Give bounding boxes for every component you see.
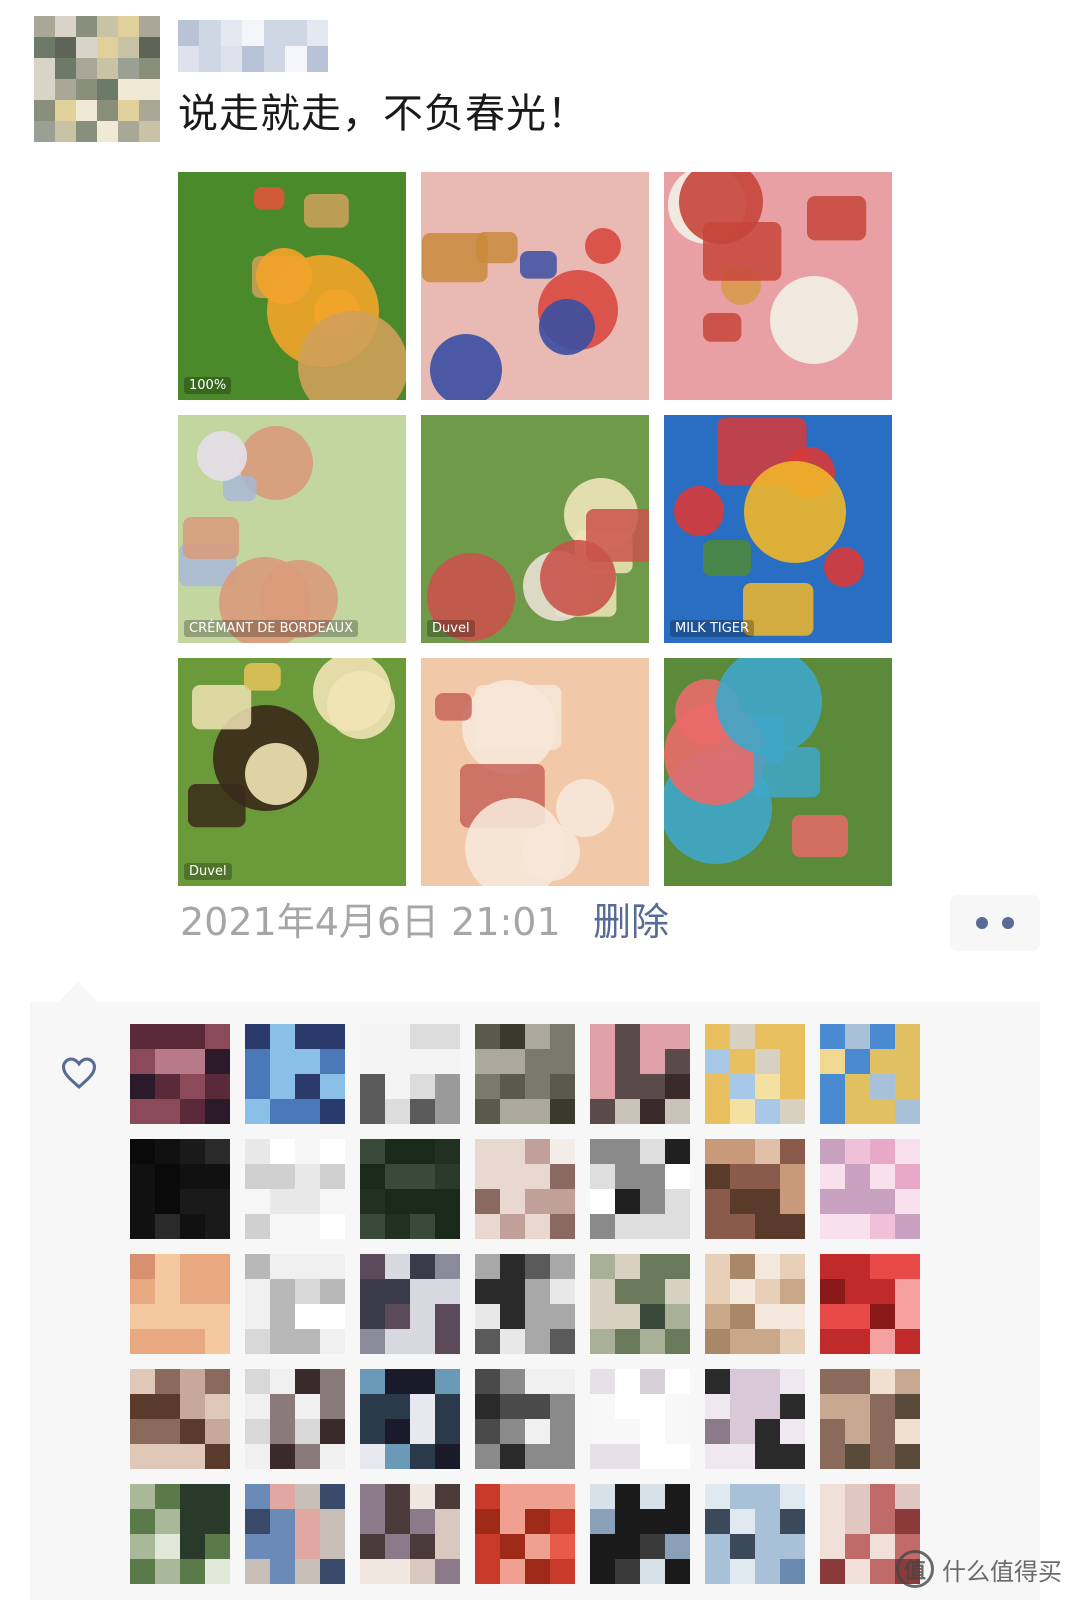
liker-avatar[interactable] — [360, 1484, 460, 1584]
post-photo[interactable] — [421, 172, 649, 400]
liker-avatar[interactable] — [590, 1139, 690, 1239]
liker-avatar[interactable] — [130, 1369, 230, 1469]
photo-image — [421, 415, 649, 643]
liker-avatar[interactable] — [475, 1254, 575, 1354]
photo-grid: 100% CRÉMANT DE BORDEAUX Duvel MILK TIGER Du… — [178, 172, 892, 886]
liker-avatar[interactable] — [130, 1139, 230, 1239]
post-photo[interactable] — [421, 658, 649, 886]
photo-image — [178, 658, 406, 886]
liker-avatar[interactable] — [590, 1369, 690, 1469]
delete-link[interactable]: 删除 — [593, 898, 669, 946]
post-photo[interactable]: 100% — [178, 172, 406, 400]
post-photo[interactable]: Duvel — [421, 415, 649, 643]
liker-avatar[interactable] — [475, 1484, 575, 1584]
liker-avatar[interactable] — [705, 1484, 805, 1584]
liker-avatar[interactable] — [245, 1024, 345, 1124]
watermark-text: 什么值得买 — [942, 1557, 1062, 1586]
liker-avatar[interactable] — [360, 1024, 460, 1124]
liker-avatar[interactable] — [475, 1369, 575, 1469]
photo-image — [178, 415, 406, 643]
photo-image — [421, 172, 649, 400]
dot-icon — [1002, 917, 1014, 929]
liker-avatar[interactable] — [705, 1369, 805, 1469]
post-timestamp: 2021年4月6日 21:01 — [180, 900, 561, 944]
photo-label: CRÉMANT DE BORDEAUX — [184, 620, 359, 637]
liker-avatar[interactable] — [245, 1254, 345, 1354]
post-photo[interactable]: Duvel — [178, 658, 406, 886]
more-options-button[interactable] — [950, 895, 1040, 951]
photo-image — [664, 658, 892, 886]
liker-avatar[interactable] — [245, 1139, 345, 1239]
liker-avatar-grid — [130, 1024, 920, 1584]
photo-label: Duvel — [427, 620, 475, 637]
liker-avatar[interactable] — [590, 1484, 690, 1584]
user-name[interactable] — [178, 20, 328, 72]
liker-avatar[interactable] — [475, 1139, 575, 1239]
liker-avatar[interactable] — [130, 1024, 230, 1124]
photo-image — [664, 172, 892, 400]
liker-avatar[interactable] — [360, 1254, 460, 1354]
liker-avatar[interactable] — [820, 1139, 920, 1239]
dot-icon — [976, 917, 988, 929]
liker-avatar[interactable] — [705, 1254, 805, 1354]
photo-label: 100% — [184, 377, 232, 394]
liker-avatar[interactable] — [245, 1484, 345, 1584]
liker-avatar[interactable] — [705, 1139, 805, 1239]
liker-avatar[interactable] — [475, 1024, 575, 1124]
liker-avatar[interactable] — [590, 1254, 690, 1354]
heart-outline-icon — [61, 1057, 97, 1089]
user-avatar[interactable] — [34, 16, 160, 142]
post-photo[interactable] — [664, 172, 892, 400]
liker-avatar[interactable] — [360, 1369, 460, 1469]
liker-avatar[interactable] — [820, 1024, 920, 1124]
liker-avatar[interactable] — [590, 1024, 690, 1124]
photo-label: MILK TIGER — [670, 620, 755, 637]
photo-image — [421, 658, 649, 886]
watermark: 值 什么值得买 — [896, 1550, 1062, 1588]
post-photo[interactable]: MILK TIGER — [664, 415, 892, 643]
liker-avatar[interactable] — [130, 1254, 230, 1354]
photo-image — [664, 415, 892, 643]
post-text: 说走就走，不负春光！ — [178, 91, 588, 137]
liker-avatar[interactable] — [130, 1484, 230, 1584]
liker-avatar[interactable] — [705, 1024, 805, 1124]
post-photo[interactable] — [664, 658, 892, 886]
watermark-badge: 值 — [896, 1550, 934, 1588]
liker-avatar[interactable] — [820, 1254, 920, 1354]
photo-image — [178, 172, 406, 400]
post-photo[interactable]: CRÉMANT DE BORDEAUX — [178, 415, 406, 643]
likes-arrow — [58, 982, 98, 1002]
liker-avatar[interactable] — [820, 1369, 920, 1469]
liker-avatar[interactable] — [245, 1369, 345, 1469]
liker-avatar[interactable] — [360, 1139, 460, 1239]
photo-label: Duvel — [184, 863, 232, 880]
